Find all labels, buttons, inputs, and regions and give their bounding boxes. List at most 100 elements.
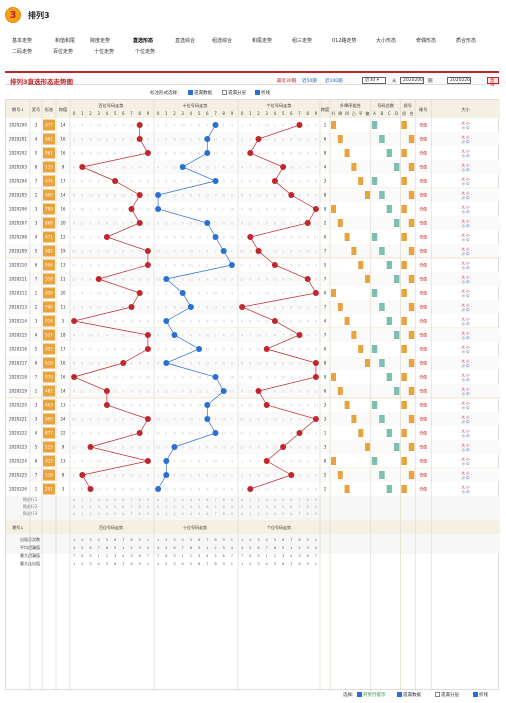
miss-cell: 4 (282, 292, 285, 296)
cell-size: 大 小 (461, 275, 470, 280)
stat-value: 5 (249, 546, 251, 550)
trend-ball (144, 262, 151, 268)
nav-item-1[interactable]: 和值和尾 (55, 37, 75, 44)
stat-value: 2 (249, 538, 251, 542)
miss-cell: 11 (180, 306, 185, 310)
miss-cell: 2 (266, 180, 268, 184)
to-input[interactable]: 2020226 (447, 77, 471, 84)
period-select[interactable]: 近30 ▾ (362, 77, 386, 84)
recent-50-link[interactable]: 近50期 (302, 78, 317, 84)
footer-opt-missing[interactable]: 遗漏数据 (397, 692, 421, 698)
checkbox-icon[interactable] (435, 692, 440, 697)
miss-cell: 3 (198, 446, 200, 450)
nav-item-11[interactable]: 质合形态 (456, 37, 476, 44)
miss-cell: 3 (139, 320, 141, 324)
cell-size: 大 小 (461, 429, 470, 434)
cell-result: 5 (35, 249, 38, 254)
header-digit: 6 (290, 111, 293, 116)
miss-cell: 10 (96, 460, 101, 464)
nav-item-3[interactable]: 直选形态 (133, 37, 153, 44)
checkbox-icon[interactable] (188, 90, 193, 95)
miss-cell: 10 (105, 418, 110, 422)
cell-span: 6 (324, 235, 327, 240)
miss-cell: 1 (190, 460, 192, 464)
option-bar: 标注形式选择： 遗漏数据 遗漏分层 折线 (0, 90, 506, 98)
recent-100-link[interactable]: 近100期 (325, 78, 343, 84)
option-line[interactable]: 折线 (255, 90, 270, 96)
miss-cell: 2 (274, 306, 276, 310)
trend-ball (103, 234, 110, 240)
nav-item-6[interactable]: 和尾走势 (252, 37, 272, 44)
footer-opt-layer[interactable]: 遗漏分层 (435, 692, 459, 698)
cell-result: 1 (35, 487, 38, 492)
nav-item-12[interactable]: 二码走势 (12, 48, 32, 55)
miss-cell: 5 (190, 180, 192, 184)
nav-item-5[interactable]: 组选综合 (212, 37, 232, 44)
checkbox-icon[interactable] (473, 692, 478, 697)
nav-item-7[interactable]: 组三走势 (292, 37, 312, 44)
miss-cell: 4 (182, 208, 185, 212)
nav-item-9[interactable]: 大小形态 (376, 37, 396, 44)
checkbox-icon[interactable] (357, 692, 362, 697)
option-missing[interactable]: 遗漏数据 (188, 90, 212, 96)
footer-opt-hint[interactable]: 开奖行提示 (357, 692, 386, 698)
cell-span: 5 (324, 263, 327, 268)
miss-cell: 11 (88, 348, 93, 352)
miss-cell: 3 (147, 446, 149, 450)
option-layer[interactable]: 遗漏分层 (222, 90, 246, 96)
miss-cell: 4 (198, 124, 201, 128)
nav-item-13[interactable]: 百位走势 (53, 48, 73, 55)
nav-item-0[interactable]: 基本走势 (12, 37, 32, 44)
cell-sum: 3 (62, 487, 65, 492)
miss-cell: 4 (231, 124, 234, 128)
miss-cell: 6 (182, 236, 185, 240)
cell-pair: 奇偶 (419, 277, 427, 282)
cell-result: 1 (35, 291, 38, 296)
nav-item-10[interactable]: 奇偶形态 (416, 37, 436, 44)
miss-cell: 10 (156, 418, 161, 422)
cell-issue: 2020222 (9, 431, 27, 436)
predict-digit: 7 (214, 505, 216, 509)
cell-size2: 小 中 (461, 265, 470, 270)
miss-cell: 1 (98, 334, 100, 338)
miss-cell: 5 (139, 348, 141, 352)
checkbox-icon[interactable] (222, 90, 227, 95)
stat-value: 4 (206, 554, 209, 558)
search-button[interactable]: 查询 (487, 77, 499, 88)
stat-value: 9 (307, 562, 310, 566)
nav-item-15[interactable]: 个位走势 (135, 48, 155, 55)
miss-cell: 12 (297, 152, 302, 156)
cell-span: 4 (324, 165, 327, 170)
footer-header-ten: 十位号码走势 (183, 524, 207, 530)
header-sum: 和值 (59, 106, 67, 113)
checkbox-icon[interactable] (397, 692, 402, 697)
miss-cell: 4 (298, 376, 301, 380)
cell-issue: 2020218 (9, 375, 27, 380)
miss-cell: 5 (165, 306, 167, 310)
cell-pair: 奇偶 (419, 249, 427, 254)
footer-opt-line[interactable]: 折线 (473, 692, 488, 698)
cell-span: 8 (324, 193, 327, 198)
miss-cell: 5 (165, 138, 167, 142)
from-input[interactable]: 2020200 (400, 77, 424, 84)
combo-mark (331, 457, 336, 465)
miss-cell: 7 (114, 334, 116, 338)
miss-cell: 9 (122, 488, 125, 492)
predict-digit: 7 (214, 512, 216, 516)
nav-item-14[interactable]: 十位走势 (94, 48, 114, 55)
nav-item-8[interactable]: 012路走势 (332, 37, 357, 44)
nav-item-4[interactable]: 直选综合 (175, 37, 195, 44)
miss-cell: 10 (129, 460, 134, 464)
miss-cell: 1 (173, 208, 175, 212)
checkbox-icon[interactable] (255, 90, 260, 95)
miss-cell: 10 (221, 418, 226, 422)
nav-item-2[interactable]: 跨度走势 (90, 37, 110, 44)
miss-cell: 5 (241, 348, 243, 352)
miss-cell: 7 (173, 292, 175, 296)
first-mark (394, 331, 400, 339)
stat-value: 2 (165, 538, 167, 542)
recent-30-link[interactable]: 最近30期 (277, 78, 296, 84)
miss-cell: 12 (273, 446, 278, 450)
miss-cell: 1 (81, 418, 83, 422)
cell-issue: 2020214 (9, 319, 27, 324)
